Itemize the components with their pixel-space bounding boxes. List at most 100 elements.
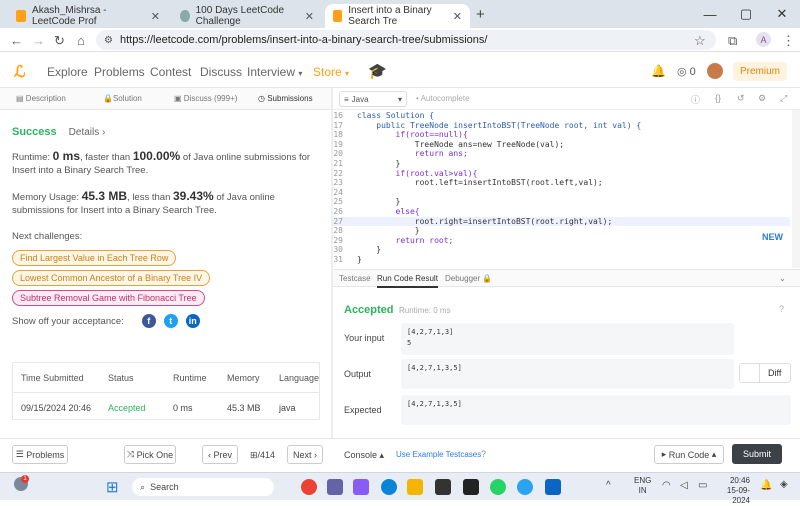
- code-editor[interactable]: 16 class Solution { 17 public TreeNode in…: [333, 110, 790, 268]
- copilot-icon[interactable]: ◈: [780, 479, 788, 490]
- settings-icon[interactable]: ⚙: [758, 93, 766, 104]
- facebook-icon[interactable]: f: [141, 314, 156, 328]
- editor-scrollbar[interactable]: [792, 110, 800, 268]
- chevron-down-icon: ▾: [397, 94, 402, 104]
- linkedin-icon[interactable]: in: [185, 314, 200, 328]
- reload-icon[interactable]: ↻: [54, 33, 65, 49]
- use-example-link[interactable]: Use Example Testcases: [396, 450, 481, 459]
- problems-button[interactable]: ☰ Problems: [12, 445, 68, 464]
- problem-panel-tabs: ▤ Description 🔒Solution ▣ Discuss (999+)…: [0, 88, 331, 110]
- page-counter[interactable]: ⊞/414: [250, 450, 275, 461]
- notification-bell-icon[interactable]: 🔔: [651, 64, 666, 78]
- language-indicator[interactable]: ENG IN: [634, 476, 651, 496]
- browser-tab-active[interactable]: Insert into a Binary Search Tre ✕: [325, 4, 470, 28]
- whatsapp-icon[interactable]: [490, 479, 506, 495]
- cell-status[interactable]: Accepted: [108, 403, 146, 413]
- details-link[interactable]: Details ›: [69, 127, 106, 138]
- input-line: [4,2,7,1,3]: [407, 328, 454, 336]
- nav-contest[interactable]: Contest: [150, 65, 191, 79]
- media-icon[interactable]: [463, 479, 479, 495]
- nav-discuss[interactable]: Discuss: [200, 65, 242, 79]
- tab-run-code-result[interactable]: Run Code Result: [377, 274, 438, 288]
- diff-toggle[interactable]: Diff: [739, 363, 791, 383]
- collapse-icon[interactable]: ⌄: [779, 274, 786, 283]
- leetcode-logo-icon[interactable]: ℒ: [14, 62, 26, 82]
- search-label: Search: [150, 482, 179, 492]
- volume-icon[interactable]: ◁: [680, 480, 688, 491]
- site-info-icon[interactable]: ⚙: [104, 35, 113, 46]
- tab-discuss[interactable]: ▣ Discuss (999+): [174, 94, 237, 103]
- lock-icon: 🔒: [482, 274, 493, 283]
- notification-center-icon[interactable]: 🔔: [760, 480, 772, 491]
- next-button[interactable]: Next ›: [287, 445, 323, 464]
- bookmark-star-icon[interactable]: ☆: [694, 33, 706, 49]
- back-icon[interactable]: ←: [10, 33, 23, 48]
- premium-button[interactable]: Premium: [733, 62, 787, 81]
- challenge-pill[interactable]: Lowest Common Ancestor of a Binary Tree …: [12, 270, 211, 286]
- nav-store[interactable]: Store ▾: [313, 65, 349, 79]
- tab-description[interactable]: ▤ Description: [16, 94, 66, 103]
- pick-one-button[interactable]: ⤨ Pick One: [124, 445, 176, 464]
- nav-problems[interactable]: Problems: [94, 65, 145, 79]
- challenge-pill[interactable]: Subtree Removal Game with Fibonacci Tree: [12, 290, 205, 306]
- windows-start-icon[interactable]: ⊞: [106, 478, 119, 496]
- browser-tab-profile[interactable]: Akash_Mishrsa - LeetCode Prof ✕: [8, 4, 168, 28]
- language-select[interactable]: ≡ Java ▾: [339, 91, 407, 107]
- leetcode-favicon-icon: [333, 10, 343, 22]
- linkedin-app-icon[interactable]: [545, 479, 561, 495]
- close-window-icon[interactable]: ✕: [764, 6, 800, 22]
- user-avatar[interactable]: [707, 63, 723, 79]
- twitter-icon[interactable]: t: [163, 314, 178, 328]
- new-tab-icon[interactable]: +: [476, 6, 485, 23]
- run-code-button[interactable]: ▸ Run Code ▴: [654, 445, 724, 464]
- help-circle-icon[interactable]: ?: [481, 449, 486, 459]
- url-input[interactable]: ⚙ https://leetcode.com/problems/insert-i…: [96, 30, 716, 50]
- taskbar-search[interactable]: ⌕ Search: [132, 478, 274, 496]
- new-feature-button[interactable]: NEW: [762, 232, 783, 242]
- chrome-icon[interactable]: [301, 479, 317, 495]
- forward-icon[interactable]: →: [32, 33, 45, 48]
- output-value: [4,2,7,1,3,5]: [407, 364, 462, 372]
- teams-icon[interactable]: [327, 479, 343, 495]
- profile-avatar[interactable]: A: [756, 32, 771, 47]
- maximize-icon[interactable]: ▢: [728, 6, 764, 22]
- close-tab-icon[interactable]: ✕: [151, 10, 160, 23]
- tab-submissions[interactable]: ◷ Submissions: [258, 94, 313, 103]
- graduation-cap-icon[interactable]: 🎓: [368, 62, 387, 80]
- wifi-icon[interactable]: ◠: [662, 480, 671, 491]
- info-icon[interactable]: ⓘ: [691, 93, 700, 106]
- meet-icon[interactable]: [353, 479, 369, 495]
- close-tab-icon[interactable]: ✕: [453, 10, 462, 23]
- console-toggle[interactable]: Console ▴: [344, 450, 384, 461]
- browser-menu-icon[interactable]: ⋮: [782, 33, 795, 49]
- battery-icon[interactable]: ▭: [698, 480, 707, 491]
- coins-counter[interactable]: ◎ 0: [677, 65, 696, 78]
- tab-testcase[interactable]: Testcase: [339, 274, 371, 283]
- home-icon[interactable]: ⌂: [77, 33, 85, 48]
- clock[interactable]: 20:46 15-09-2024: [712, 476, 750, 506]
- browser-tab-challenge[interactable]: 100 Days LeetCode Challenge ✕: [172, 4, 322, 28]
- minimize-icon[interactable]: —: [692, 7, 728, 22]
- reset-icon[interactable]: ↺: [737, 93, 745, 104]
- challenge-pill[interactable]: Find Largest Value in Each Tree Row: [12, 250, 177, 266]
- telegram-icon[interactable]: [517, 479, 533, 495]
- braces-icon[interactable]: {}: [715, 93, 721, 103]
- tab-solution[interactable]: 🔒Solution: [103, 94, 142, 103]
- prev-button[interactable]: ‹ Prev: [202, 445, 238, 464]
- nav-explore[interactable]: Explore: [47, 65, 88, 79]
- file-explorer-icon[interactable]: [407, 479, 423, 495]
- line-number: 29: [333, 235, 343, 245]
- nav-interview[interactable]: Interview ▾: [247, 65, 302, 79]
- help-icon[interactable]: ?: [779, 304, 784, 314]
- close-tab-icon[interactable]: ✕: [305, 10, 314, 23]
- store-icon[interactable]: [435, 479, 451, 495]
- submit-button[interactable]: Submit: [732, 444, 782, 464]
- tray-chevron-icon[interactable]: ^: [606, 480, 611, 491]
- tab-debugger[interactable]: Debugger 🔒: [445, 274, 492, 283]
- line-number: 16: [333, 111, 343, 120]
- extensions-icon[interactable]: ⧉: [728, 33, 737, 49]
- edge-icon[interactable]: [381, 479, 397, 495]
- fullscreen-icon[interactable]: ⤢: [780, 93, 787, 104]
- line-number: 22: [333, 168, 343, 178]
- autocomplete-toggle[interactable]: • Autocomplete: [416, 94, 470, 103]
